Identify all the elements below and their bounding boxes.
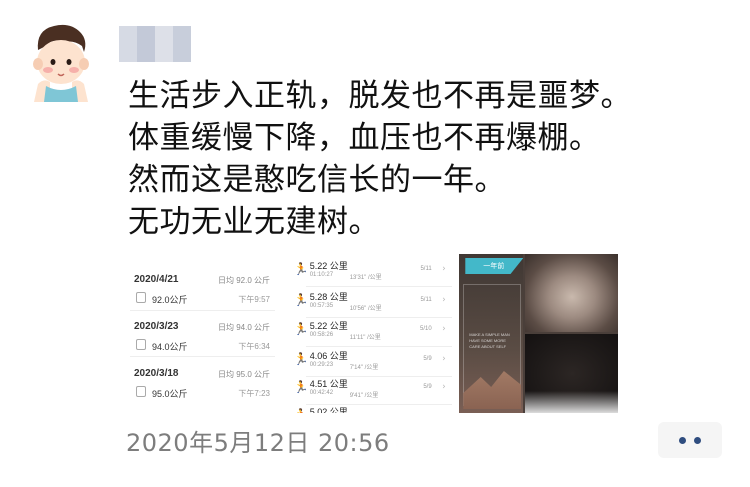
run-date: 5/9 bbox=[423, 384, 432, 390]
run-pace: 9'41" /公里 bbox=[349, 393, 379, 399]
run-pace: 7'14" /公里 bbox=[349, 365, 379, 371]
post-images: 2020/4/21 日均 92.0 公斤 92.0公斤 下午9:57 2020/… bbox=[122, 254, 618, 413]
run-distance: 4.51 公里 bbox=[309, 379, 348, 389]
weight-entry: 2020/3/18 日均 95.0 公斤 95.0公斤 下午7:23 bbox=[122, 356, 283, 411]
running-icon: 🏃 bbox=[294, 408, 309, 413]
running-icon: 🏃 bbox=[293, 380, 309, 394]
run-duration: 00:58:26 bbox=[309, 332, 334, 338]
run-distance: 5.22 公里 bbox=[309, 261, 348, 271]
weight-average: 日均 94.0 公斤 bbox=[217, 323, 270, 332]
run-distance: 5.02 公里 bbox=[309, 407, 348, 413]
run-entry: 🏃 5.02 公里 bbox=[286, 402, 457, 413]
chevron-right-icon: › bbox=[442, 295, 446, 305]
running-icon: 🏃 bbox=[293, 293, 309, 307]
run-date: 5/10 bbox=[420, 326, 432, 332]
run-pace: 13'31" /公里 bbox=[349, 275, 382, 281]
post-line: 生活步入正轨，脱发也不再是噩梦。 bbox=[128, 78, 632, 114]
chevron-right-icon: › bbox=[442, 324, 446, 334]
running-log-image[interactable]: 🏃 5.22 公里 01:10:27 13'31" /公里 5/11 › 🏃 5… bbox=[285, 254, 457, 413]
run-distance: 5.28 公里 bbox=[309, 292, 348, 302]
scale-icon bbox=[136, 292, 146, 303]
scale-icon bbox=[136, 386, 146, 397]
poster-panel: 一年前 MAKE A SIMPLE MAN HAVE SOME MORE CAR… bbox=[459, 254, 524, 413]
weight-date: 2020/4/21 bbox=[134, 274, 179, 285]
run-entry: 🏃 5.28 公里 00:57:35 10'56" /公里 5/11 › bbox=[286, 287, 457, 318]
run-entry: 🏃 4.06 公里 00:29:23 7'14" /公里 5/9 › bbox=[286, 346, 457, 377]
scale-icon bbox=[136, 339, 146, 350]
hair-before-photo bbox=[525, 254, 618, 332]
run-entry: 🏃 5.22 公里 01:10:27 13'31" /公里 5/11 › bbox=[286, 256, 457, 287]
cartoon-boy-icon bbox=[33, 24, 89, 102]
run-date: 5/11 bbox=[420, 266, 432, 272]
run-distance: 4.06 公里 bbox=[309, 351, 348, 361]
weight-entry: 2020/3/23 日均 94.0 公斤 94.0公斤 下午6:34 bbox=[122, 309, 283, 359]
more-button[interactable] bbox=[658, 422, 722, 458]
run-distance: 5.22 公里 bbox=[309, 321, 348, 331]
username-blurred[interactable] bbox=[119, 26, 191, 62]
user-avatar[interactable] bbox=[24, 20, 98, 102]
run-pace: 10'56" /公里 bbox=[349, 306, 382, 312]
weight-value: 94.0公斤 bbox=[152, 342, 188, 352]
chevron-right-icon: › bbox=[442, 382, 446, 392]
post-line: 体重缓慢下降，血压也不再爆棚。 bbox=[128, 120, 601, 156]
weight-value: 95.0公斤 bbox=[152, 389, 188, 399]
running-icon: 🏃 bbox=[293, 262, 309, 276]
weight-time: 下午7:23 bbox=[238, 389, 270, 398]
weight-time: 下午6:34 bbox=[238, 342, 270, 351]
weight-average: 日均 92.0 公斤 bbox=[217, 276, 270, 285]
post-line: 然而这是憨吃信长的一年。 bbox=[128, 162, 506, 198]
run-duration: 01:10:27 bbox=[309, 272, 334, 278]
run-duration: 00:42:42 bbox=[309, 390, 334, 396]
run-date: 5/11 bbox=[420, 297, 432, 303]
chevron-right-icon: › bbox=[442, 354, 446, 364]
weight-average: 日均 95.0 公斤 bbox=[217, 370, 270, 379]
post-text: 生活步入正轨，脱发也不再是噩梦。 体重缓慢下降，血压也不再爆棚。 然而这是憨吃信… bbox=[128, 75, 728, 243]
running-icon: 🏃 bbox=[293, 322, 309, 336]
more-dots-icon bbox=[694, 436, 701, 444]
weight-value: 92.0公斤 bbox=[152, 295, 188, 305]
year-ago-tag: 一年前 bbox=[465, 258, 524, 274]
weight-log-image[interactable]: 2020/4/21 日均 92.0 公斤 92.0公斤 下午9:57 2020/… bbox=[122, 254, 283, 413]
poster-caption: MAKE A SIMPLE MAN HAVE SOME MORE CARE AB… bbox=[469, 332, 510, 349]
chevron-right-icon: › bbox=[442, 264, 446, 274]
run-pace: 11'11" /公里 bbox=[349, 335, 381, 341]
run-duration: 00:57:35 bbox=[309, 303, 334, 309]
post-line: 无功无业无建树。 bbox=[128, 204, 380, 240]
run-entry: 🏃 5.22 公里 00:58:26 11'11" /公里 5/10 › bbox=[286, 316, 457, 347]
running-icon: 🏃 bbox=[293, 352, 309, 366]
post-timestamp: 2020年5月12日 20:56 bbox=[126, 429, 390, 457]
run-duration: 00:29:23 bbox=[309, 362, 334, 368]
hair-after-photo bbox=[525, 334, 618, 413]
hair-comparison-image[interactable]: 一年前 MAKE A SIMPLE MAN HAVE SOME MORE CAR… bbox=[459, 254, 618, 413]
more-dots-icon bbox=[679, 436, 686, 444]
weight-date: 2020/3/23 bbox=[134, 321, 179, 332]
weight-date: 2020/3/18 bbox=[134, 368, 179, 379]
run-date: 5/9 bbox=[423, 356, 432, 362]
run-entry: 🏃 4.51 公里 00:42:42 9'41" /公里 5/9 › bbox=[286, 374, 457, 405]
weight-entry: 2020/4/21 日均 92.0 公斤 92.0公斤 下午9:57 bbox=[122, 254, 283, 307]
weight-time: 下午9:57 bbox=[238, 295, 270, 304]
